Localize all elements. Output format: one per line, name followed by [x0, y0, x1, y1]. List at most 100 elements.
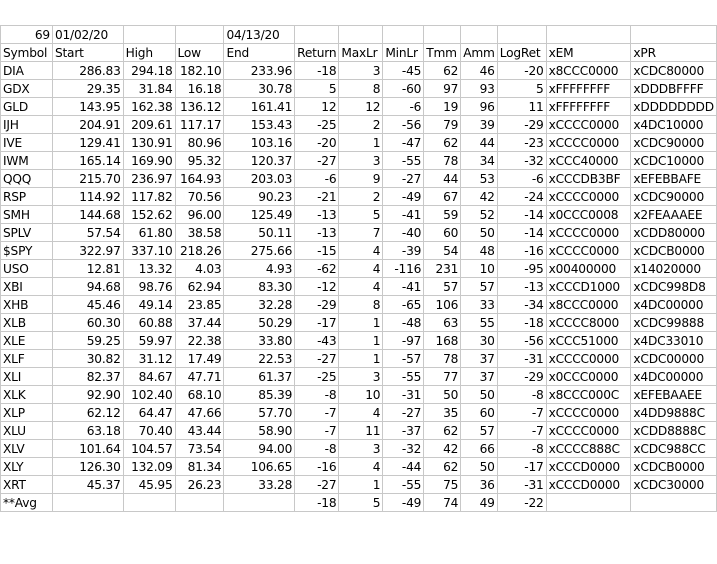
cell[interactable]: 67 — [423, 187, 462, 206]
cell[interactable]: -14 — [496, 205, 547, 224]
cell[interactable] — [630, 493, 717, 512]
cell[interactable]: 126.30 — [51, 457, 124, 476]
cell[interactable]: xCCCC888C — [545, 439, 632, 458]
cell[interactable]: x14020000 — [630, 259, 717, 278]
cell[interactable]: Start — [51, 43, 124, 62]
cell[interactable]: x4DD9888C — [630, 403, 717, 422]
cell[interactable]: USO — [0, 259, 53, 278]
cell[interactable]: XLE — [0, 331, 53, 350]
cell[interactable]: 129.41 — [51, 133, 124, 152]
cell[interactable]: 3 — [338, 367, 384, 386]
cell[interactable]: 231 — [423, 259, 462, 278]
cell[interactable]: -27 — [294, 475, 340, 494]
cell[interactable]: xDDDBFFFF — [630, 79, 717, 98]
cell[interactable]: -95 — [496, 259, 547, 278]
cell[interactable]: -17 — [496, 457, 547, 476]
cell[interactable]: 164.93 — [174, 169, 225, 188]
cell[interactable]: 78 — [423, 349, 462, 368]
cell[interactable]: 85.39 — [223, 385, 296, 404]
cell[interactable]: -22 — [496, 493, 547, 512]
cell[interactable] — [51, 493, 124, 512]
cell[interactable]: 132.09 — [122, 457, 176, 476]
cell[interactable]: 218.26 — [174, 241, 225, 260]
cell[interactable]: 209.61 — [122, 115, 176, 134]
cell[interactable]: 96 — [460, 97, 498, 116]
cell[interactable]: 70.56 — [174, 187, 225, 206]
cell[interactable]: 77 — [423, 367, 462, 386]
cell[interactable]: -18 — [294, 493, 340, 512]
cell[interactable]: 4.93 — [223, 259, 296, 278]
cell[interactable]: 50 — [423, 385, 462, 404]
cell[interactable]: xEFEBBAFE — [630, 169, 717, 188]
cell[interactable]: 62 — [423, 457, 462, 476]
cell[interactable]: XRT — [0, 475, 53, 494]
cell[interactable]: 61.80 — [122, 223, 176, 242]
cell[interactable]: 2 — [338, 187, 384, 206]
cell[interactable]: 10 — [338, 385, 384, 404]
cell[interactable]: -8 — [294, 385, 340, 404]
cell[interactable]: 48 — [460, 241, 498, 260]
cell[interactable]: -116 — [382, 259, 425, 278]
cell[interactable]: 62 — [423, 133, 462, 152]
cell[interactable]: IJH — [0, 115, 53, 134]
cell[interactable]: 23.85 — [174, 295, 225, 314]
cell[interactable]: High — [122, 43, 176, 62]
cell[interactable]: -6 — [294, 169, 340, 188]
cell[interactable] — [382, 25, 425, 44]
cell[interactable]: -15 — [294, 241, 340, 260]
cell[interactable]: 66 — [460, 439, 498, 458]
cell[interactable]: -49 — [382, 493, 425, 512]
cell[interactable]: IWM — [0, 151, 53, 170]
cell[interactable]: 83.30 — [223, 277, 296, 296]
cell[interactable]: 1 — [338, 349, 384, 368]
cell[interactable]: xCDC30000 — [630, 475, 717, 494]
cell[interactable]: 294.18 — [122, 61, 176, 80]
cell[interactable]: 9 — [338, 169, 384, 188]
cell[interactable]: 37 — [460, 367, 498, 386]
cell[interactable]: xCCC51000 — [545, 331, 632, 350]
cell[interactable]: 92.90 — [51, 385, 124, 404]
cell[interactable]: -55 — [382, 151, 425, 170]
cell[interactable]: 37 — [460, 349, 498, 368]
cell[interactable]: xCCCC0000 — [545, 421, 632, 440]
cell[interactable]: -7 — [496, 403, 547, 422]
cell[interactable]: -41 — [382, 277, 425, 296]
cell[interactable]: 168 — [423, 331, 462, 350]
cell[interactable]: -31 — [382, 385, 425, 404]
cell[interactable]: 236.97 — [122, 169, 176, 188]
cell[interactable]: 26.23 — [174, 475, 225, 494]
cell[interactable]: -29 — [496, 367, 547, 386]
cell[interactable]: QQQ — [0, 169, 53, 188]
cell[interactable]: 337.10 — [122, 241, 176, 260]
cell[interactable]: xCDC10000 — [630, 151, 717, 170]
cell[interactable] — [338, 25, 384, 44]
cell[interactable]: 31.84 — [122, 79, 176, 98]
cell[interactable]: x8CCC0000 — [545, 61, 632, 80]
cell[interactable]: -13 — [294, 205, 340, 224]
cell[interactable]: SPLV — [0, 223, 53, 242]
cell[interactable]: -17 — [294, 313, 340, 332]
cell[interactable] — [460, 25, 498, 44]
cell[interactable]: -20 — [496, 61, 547, 80]
cell[interactable]: -60 — [382, 79, 425, 98]
cell[interactable]: 5 — [496, 79, 547, 98]
cell[interactable]: xCCCD0000 — [545, 457, 632, 476]
cell[interactable]: 47.66 — [174, 403, 225, 422]
cell[interactable]: RSP — [0, 187, 53, 206]
cell[interactable]: xCCCC0000 — [545, 223, 632, 242]
cell[interactable]: -48 — [382, 313, 425, 332]
cell[interactable]: 11 — [338, 421, 384, 440]
cell[interactable]: -31 — [496, 475, 547, 494]
cell[interactable]: 57 — [423, 277, 462, 296]
cell[interactable]: 57 — [460, 277, 498, 296]
cell[interactable]: 2 — [338, 115, 384, 134]
cell[interactable]: 63 — [423, 313, 462, 332]
cell[interactable]: Amm — [460, 43, 498, 62]
cell[interactable]: 53 — [460, 169, 498, 188]
cell[interactable]: -34 — [496, 295, 547, 314]
cell[interactable]: 45.37 — [51, 475, 124, 494]
cell[interactable]: 8 — [338, 79, 384, 98]
cell[interactable]: 50.11 — [223, 223, 296, 242]
cell[interactable]: xCDC90000 — [630, 133, 717, 152]
cell[interactable] — [122, 493, 176, 512]
